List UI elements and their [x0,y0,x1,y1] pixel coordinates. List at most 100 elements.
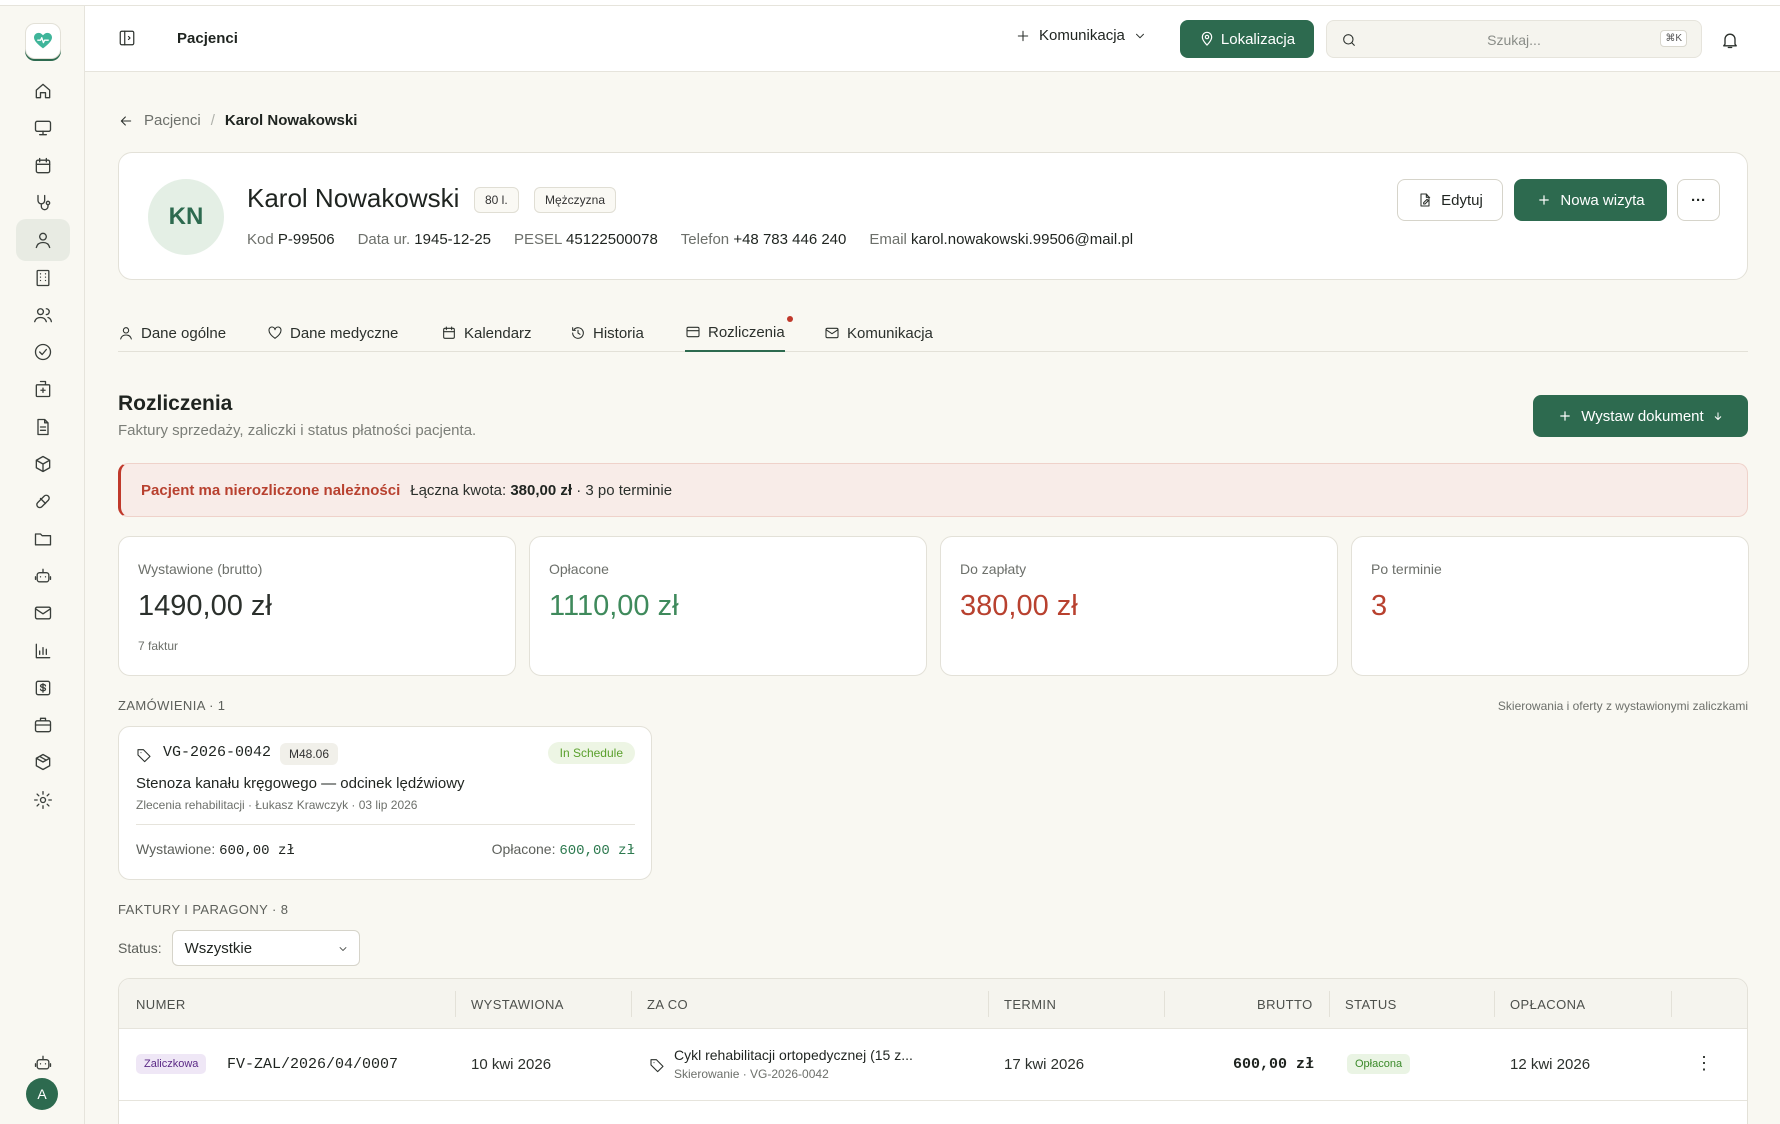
box-icon [35,455,51,473]
sidebar-item-user[interactable] [16,219,70,261]
invoices-heading: FAKTURY I PARAGONY · 8 [118,902,289,917]
stat-label: Po terminie [1371,561,1442,577]
meta-value: 1945-12-25 [414,231,492,248]
meta-label: Email [869,231,907,248]
new-visit-button[interactable]: Nowa wizyta [1514,179,1667,221]
invoice-paid-date: 12 kwi 2026 [1510,1056,1591,1073]
sidebar-item-calendar[interactable] [16,145,70,187]
search-input[interactable]: Szukaj... ⌘K [1326,20,1702,58]
sidebar-item-gear[interactable] [16,779,70,821]
sidebar-item-chart[interactable] [16,630,70,672]
invoice-for-sub[interactable]: Skierowanie · VG-2026-0042 [674,1067,829,1081]
sidebar-item-users[interactable] [16,294,70,336]
card-icon [686,326,700,338]
filter-label: Status: [118,940,162,956]
order-status-badge: In Schedule [547,742,635,764]
col-za-co[interactable]: ZA CO [647,997,688,1012]
order-paid-label: Opłacone: [491,841,556,857]
sidebar-item-pill[interactable] [16,480,70,522]
mail-icon [825,327,839,339]
komunikacja-dropdown[interactable]: Komunikacja [1015,27,1147,44]
order-meta: Zlecenia rehabilitacji · Łukasz Krawczyk… [136,798,418,812]
tab-kalendarz[interactable]: Kalendarz [441,314,532,352]
sidebar-item-invoice[interactable] [16,667,70,709]
sidebar-item-folder[interactable] [16,518,70,560]
sidebar-toggle-icon[interactable] [118,29,136,47]
table-row[interactable]: Zaliczkowa FV-ZAL/2026/04/0007 10 kwi 20… [119,1029,1747,1101]
chevron-down-icon [339,947,346,951]
new-visit-label: Nowa wizyta [1560,191,1645,209]
invoice-icon [35,680,51,696]
section-title: Rozliczenia [118,392,233,415]
breadcrumb-parent[interactable]: Pacjenci [144,112,201,129]
age-badge: 80 l. [474,187,519,213]
invoice-number[interactable]: FV-ZAL/2026/04/0007 [227,1056,398,1073]
meta-value: karol.nowakowski.99506@mail.pl [911,231,1134,248]
tab-rozliczenia[interactable]: Rozliczenia [685,314,793,352]
search-shortcut: ⌘K [1660,30,1687,47]
issue-document-button[interactable]: Wystaw dokument [1533,395,1748,437]
sidebar-item-briefcase[interactable] [16,704,70,746]
sidebar-item-robot[interactable] [16,555,70,597]
tab-label: Komunikacja [847,324,933,342]
tab-komunikacja[interactable]: Komunikacja [824,314,933,352]
meta-label: PESEL [514,231,562,248]
app-logo[interactable] [25,23,61,59]
order-card[interactable]: VG-2026-0042 M48.06 In Schedule Stenoza … [118,726,652,880]
sidebar-item-stethoscope[interactable] [16,182,70,224]
package-icon [35,753,51,771]
stat-sub: 7 faktur [138,639,179,653]
stat-issued-card: Wystawione (brutto) 1490,00 zł 7 faktur [118,536,516,676]
col-brutto[interactable]: BRUTTO [1257,997,1313,1012]
stat-label: Do zapłaty [960,561,1027,577]
col-status[interactable]: STATUS [1345,997,1397,1012]
invoice-type-badge: Zaliczkowa [136,1054,207,1074]
col-oplacona[interactable]: OPŁACONA [1510,997,1585,1012]
tab-dane-ogolne[interactable]: Dane ogólne [118,314,226,352]
meta-email: Email karol.nowakowski.99506@mail.pl [869,231,1133,248]
meta-phone: Telefon +48 783 446 240 [681,231,847,248]
column-divider [1329,991,1330,1017]
stat-label: Opłacone [549,561,609,577]
sidebar-item-building[interactable] [16,257,70,299]
tab-label: Historia [593,324,644,342]
sidebar-item-monitor[interactable] [16,107,70,149]
sidebar-item-check-circle[interactable] [16,331,70,373]
orders-heading: ZAMÓWIENIA · 1 [118,698,226,713]
more-options-button[interactable]: ··· [1677,179,1720,221]
sidebar-item-package[interactable] [16,741,70,783]
column-divider [1671,991,1672,1017]
sidebar-item-mail[interactable] [16,592,70,634]
col-termin[interactable]: TERMIN [1004,997,1056,1012]
gender-badge: Mężczyzna [534,187,617,213]
edit-label: Edytuj [1441,191,1483,209]
sidebar-item-document[interactable] [16,406,70,448]
chart-icon [35,643,51,659]
users-icon [34,308,52,323]
order-paid-value: 600,00 zł [559,843,635,859]
invoice-status-badge: Opłacona [1347,1054,1411,1074]
sidebar-item-hospital[interactable] [16,368,70,410]
user-avatar[interactable]: A [26,1078,58,1110]
sidebar-item-box[interactable] [16,443,70,485]
col-numer[interactable]: NUMER [136,997,186,1012]
column-divider [988,991,989,1017]
alert-total-label: Łączna kwota: [410,481,507,499]
col-wystawiona[interactable]: WYSTAWIONA [471,997,564,1012]
map-pin-icon [1201,31,1213,46]
tab-historia[interactable]: Historia [570,314,644,352]
invoices-table: NUMER WYSTAWIONA ZA CO TERMIN BRUTTO STA… [118,978,1748,1124]
bell-icon[interactable] [1720,30,1740,50]
edit-button[interactable]: Edytuj [1397,179,1503,221]
sidebar-item-home[interactable] [16,70,70,112]
lokalizacja-button[interactable]: Lokalizacja [1180,20,1314,58]
row-actions-icon[interactable]: ⋮ [1695,1053,1713,1074]
mail-icon [34,606,52,620]
patient-meta: Kod P-99506 Data ur. 1945-12-25 PESEL 45… [247,231,1133,248]
order-description: Stenoza kanału kręgowego — odcinek lędźw… [136,775,465,792]
status-select[interactable]: Wszystkie [171,930,360,966]
order-issued-value: 600,00 zł [219,843,295,859]
tab-dane-medyczne[interactable]: Dane medyczne [267,314,398,352]
arrow-left-icon[interactable] [118,113,134,129]
status-filter: Status: Wszystkie [118,930,360,966]
